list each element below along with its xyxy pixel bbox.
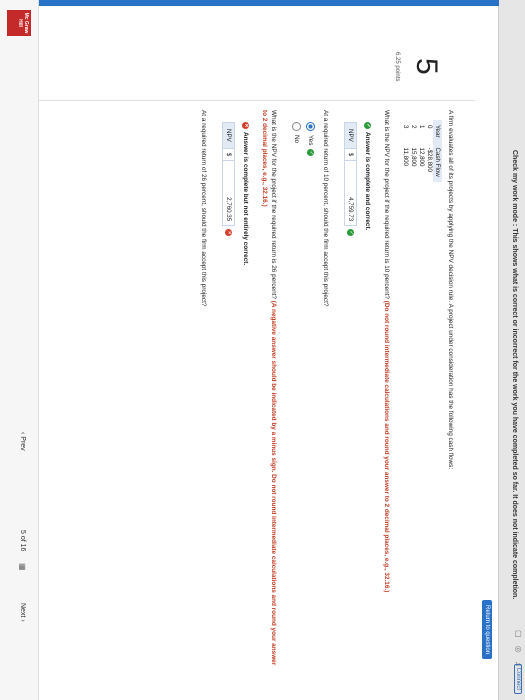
question-body: A firm evaluates all of its projects by … <box>199 110 455 670</box>
part1-status: ✓ Answer is complete and correct. <box>363 122 372 670</box>
check-icon: ✓ <box>307 149 314 157</box>
mode-message: Check my work mode : This shows what is … <box>511 150 518 600</box>
next-button[interactable]: Next › <box>19 603 26 622</box>
table-row: 1 12,800 <box>417 120 425 182</box>
option-no[interactable]: No <box>292 122 301 670</box>
part1-instruction: (Do not round intermediate calculations … <box>383 300 390 593</box>
option-no-label: No <box>293 135 300 144</box>
part3-label: NPV <box>222 122 235 149</box>
table-header-year: Year <box>433 120 442 143</box>
part3-status-text: Answer is complete but not entirely corr… <box>242 132 249 266</box>
part3-status: ✕ Answer is complete but not entirely co… <box>241 122 250 670</box>
part2-options: Yes ✓ No <box>292 122 315 670</box>
question-points: 6.25 points <box>394 52 400 82</box>
cash-flow-table: Year Cash Flow 0 -$28,800 1 12,800 2 15,… <box>401 120 442 182</box>
question-number: 5 <box>410 58 443 75</box>
part3-question: What is the NPV for the project if the r… <box>260 110 278 670</box>
return-to-question-button[interactable]: Return to question <box>482 600 492 660</box>
page-indicator: 5 of 16 <box>19 530 26 551</box>
part3-currency: $ <box>222 148 235 162</box>
prev-label: Prev <box>19 436 26 451</box>
table-cell: 11,800 <box>402 147 409 166</box>
table-row: 0 -$28,800 <box>425 120 433 182</box>
part1-label: NPV <box>344 122 357 149</box>
part2-prompt: At a required return of 10 percent, shou… <box>322 110 329 307</box>
part3-answer-row: NPV $ 2,760.35 ✕ <box>222 122 235 670</box>
part1-prompt: What is the NPV for the project if the r… <box>383 110 390 299</box>
accent-strip <box>0 0 499 6</box>
radio-no[interactable] <box>292 122 301 131</box>
part1-status-text: Answer is complete and correct. <box>364 132 371 231</box>
footer-nav: Mc Graw Hill ‹ Prev 5 of 16 ▦ Next › <box>0 0 39 700</box>
table-cell: 1 <box>418 125 425 129</box>
connect-badge[interactable]: Connect <box>514 663 522 694</box>
next-label: Next <box>19 603 26 618</box>
prev-button[interactable]: ‹ Prev <box>19 432 26 451</box>
radio-yes[interactable] <box>306 122 315 131</box>
page-total: 16 <box>19 543 26 552</box>
table-header-cash-flow: Cash Flow <box>433 142 442 182</box>
table-cell: 2 <box>410 125 417 129</box>
table-cell: -$28,800 <box>426 147 433 172</box>
table-row: 2 15,800 <box>409 120 417 182</box>
check-icon: ✓ <box>347 229 354 237</box>
page-of: of <box>19 535 26 542</box>
cross-icon: ✕ <box>242 122 249 129</box>
grid-icon[interactable]: ▦ <box>18 563 27 571</box>
table-row: 3 11,800 <box>401 120 409 182</box>
divider <box>35 100 475 101</box>
app-window: Check my work mode : This shows what is … <box>0 0 525 700</box>
table-cell: 12,800 <box>418 147 425 167</box>
option-yes-label: Yes <box>307 135 314 146</box>
part1-question: What is the NPV for the project if the r… <box>382 110 391 670</box>
part1-answer-row: NPV $ 4,759.73 ✓ <box>344 122 357 670</box>
part4-prompt: At a required return of 26 percent, shou… <box>200 110 207 307</box>
part3-prompt: What is the NPV for the project if the r… <box>270 110 277 299</box>
table-cell: 15,800 <box>410 147 417 167</box>
page-current: 5 <box>19 530 26 534</box>
option-yes[interactable]: Yes ✓ <box>306 122 315 670</box>
table-cell: 3 <box>402 125 409 129</box>
check-icon: ✓ <box>364 122 371 129</box>
question-intro: A firm evaluates all of its projects by … <box>447 110 454 470</box>
part1-currency: $ <box>344 148 357 162</box>
cross-icon: ✕ <box>225 229 232 237</box>
table-cell: 0 <box>426 125 433 129</box>
publisher-logo: Mc Graw Hill <box>7 10 31 36</box>
npv-10-input[interactable]: 4,759.73 <box>344 161 357 227</box>
npv-26-input[interactable]: 2,760.35 <box>222 161 235 227</box>
mode-banner: Check my work mode : This shows what is … <box>498 0 525 700</box>
